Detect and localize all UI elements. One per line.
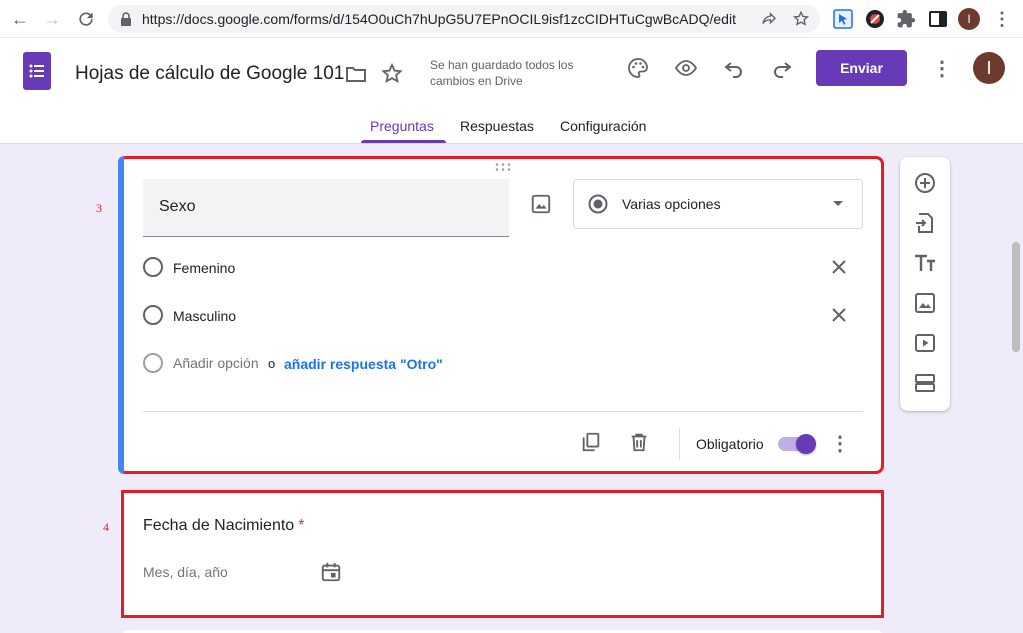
folder-icon[interactable] <box>344 62 368 86</box>
question-title-label: Fecha de Nacimiento <box>143 517 295 534</box>
side-toolbar <box>900 157 950 411</box>
extensions-puzzle-icon[interactable] <box>896 9 916 29</box>
question-more-icon[interactable]: ⋮ <box>828 431 852 455</box>
undo-icon[interactable] <box>722 56 746 80</box>
add-image-toolbar-icon[interactable] <box>913 291 937 315</box>
forward-icon[interactable]: → <box>42 9 62 29</box>
or-text: o <box>268 356 276 371</box>
add-question-icon[interactable] <box>913 171 937 195</box>
send-button[interactable]: Enviar <box>816 50 907 86</box>
remove-option-icon[interactable] <box>829 257 849 277</box>
save-status: Se han guardado todos los cambios en Dri… <box>430 58 574 88</box>
add-video-icon[interactable] <box>913 331 937 355</box>
question-card[interactable] <box>121 490 884 618</box>
option-radio-icon <box>143 257 163 277</box>
add-image-icon[interactable] <box>530 193 552 215</box>
import-questions-icon[interactable] <box>913 211 937 235</box>
question-title-field[interactable]: Sexo <box>143 179 509 237</box>
back-icon[interactable]: ← <box>10 9 30 29</box>
radio-type-icon <box>588 194 608 214</box>
question-type-dropdown[interactable]: Varias opciones <box>573 179 863 229</box>
side-panel-icon[interactable] <box>928 9 948 29</box>
lock-icon <box>121 12 131 26</box>
required-label: Obligatorio <box>696 436 764 452</box>
account-avatar[interactable]: I <box>973 52 1005 84</box>
form-title[interactable]: Hojas de cálculo de Google 101 <box>75 63 344 85</box>
url-text[interactable]: https://docs.google.com/forms/d/154O0uCh… <box>142 11 736 27</box>
page-scrollbar[interactable] <box>1012 242 1020 352</box>
reload-icon[interactable] <box>76 9 96 29</box>
duplicate-icon[interactable] <box>580 431 602 453</box>
calendar-icon <box>321 562 341 582</box>
redo-icon[interactable] <box>770 56 794 80</box>
required-asterisk: * <box>298 517 305 534</box>
question-type-label: Varias opciones <box>622 196 721 212</box>
tab-respuestas[interactable]: Respuestas <box>460 118 534 134</box>
star-icon[interactable] <box>380 62 404 86</box>
more-options-icon[interactable]: ⋮ <box>930 56 954 80</box>
browser-toolbar: ← → https://docs.google.com/forms/d/154O… <box>0 0 1023 38</box>
question-number: 3 <box>96 201 102 215</box>
active-card-indicator <box>118 156 124 474</box>
add-section-icon[interactable] <box>913 371 937 395</box>
tab-configuracion[interactable]: Configuración <box>560 118 646 134</box>
question-title-text[interactable]: Fecha de Nacimiento * <box>143 517 304 535</box>
drag-handle-icon[interactable] <box>494 162 512 172</box>
share-icon[interactable] <box>760 10 778 28</box>
address-bar[interactable]: https://docs.google.com/forms/d/154O0uCh… <box>108 5 820 33</box>
required-toggle-knob[interactable] <box>796 434 816 454</box>
option-radio-icon <box>143 305 163 325</box>
add-title-icon[interactable] <box>913 251 937 275</box>
extension-cursor-icon[interactable] <box>833 9 853 29</box>
footer-divider <box>679 428 680 460</box>
add-other-link[interactable]: añadir respuesta "Otro" <box>284 356 443 372</box>
tab-preguntas[interactable]: Preguntas <box>370 118 434 134</box>
option-radio-icon <box>143 353 163 373</box>
option-femenino[interactable]: Femenino <box>173 260 235 276</box>
preview-eye-icon[interactable] <box>674 56 698 80</box>
bookmark-star-icon[interactable] <box>792 10 810 28</box>
remove-option-icon[interactable] <box>829 305 849 325</box>
active-tab-indicator <box>361 140 446 143</box>
option-masculino[interactable]: Masculino <box>173 308 236 324</box>
chevron-down-icon <box>833 201 843 206</box>
delete-trash-icon[interactable] <box>628 431 650 453</box>
question-number: 4 <box>103 520 109 534</box>
card-divider <box>143 411 863 412</box>
profile-avatar[interactable]: I <box>958 8 980 30</box>
palette-icon[interactable] <box>626 56 650 80</box>
date-input-placeholder: Mes, día, año <box>143 564 228 580</box>
forms-logo-icon[interactable] <box>23 52 51 90</box>
extension-record-icon[interactable] <box>865 9 885 29</box>
question-title-text[interactable]: Sexo <box>159 198 195 216</box>
add-option-button[interactable]: Añadir opción <box>173 355 259 371</box>
browser-menu-icon[interactable]: ⋮ <box>992 9 1012 29</box>
forms-header: Hojas de cálculo de Google 101 Se han gu… <box>0 38 1023 144</box>
